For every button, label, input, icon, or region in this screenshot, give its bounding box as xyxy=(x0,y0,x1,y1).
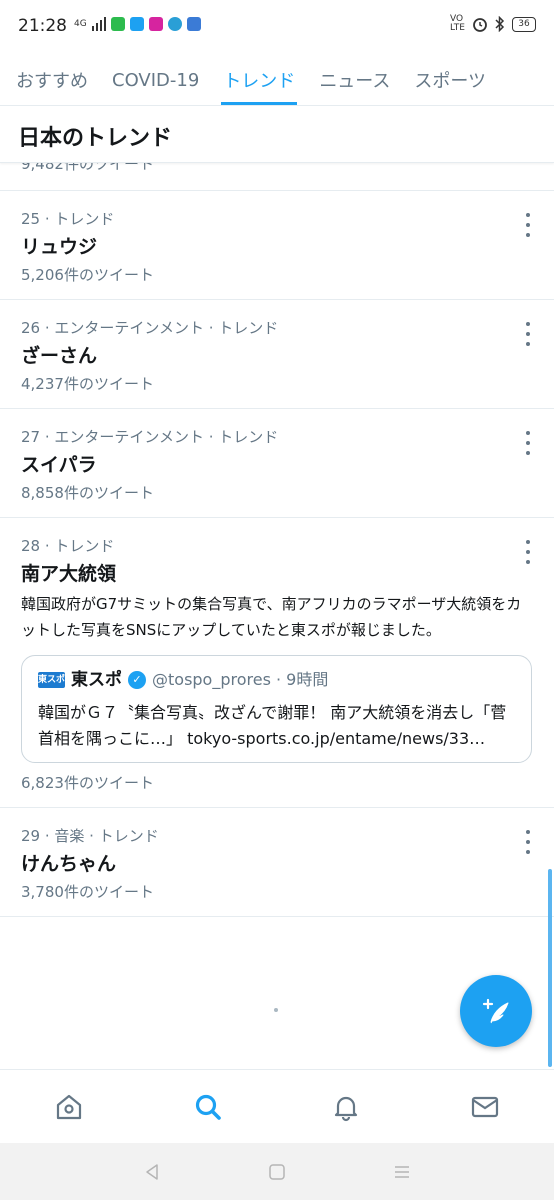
trend-meta: 28 · トレンド xyxy=(21,537,115,555)
status-icons-right: VO LTE 36 xyxy=(450,15,536,33)
section-header: 日本のトレンド xyxy=(0,106,554,163)
trend-meta: 27 · エンターテインメント · トレンド xyxy=(21,428,279,446)
quoted-tweet-header: 東スポ 東スポ ✓ @tospo_prores · 9時間 xyxy=(38,668,515,692)
tab-recommended[interactable]: おすすめ xyxy=(0,54,100,105)
quoted-author-handle: @tospo_prores · 9時間 xyxy=(152,670,329,689)
explore-tabs: おすすめ COVID-19 トレンド ニュース スポーツ xyxy=(0,54,554,106)
menu-icon[interactable] xyxy=(393,1163,411,1181)
trend-name: ざーさん xyxy=(21,345,98,367)
nav-search[interactable] xyxy=(139,1070,278,1143)
status-time: 21:28 xyxy=(18,16,67,36)
trend-meta: 29 · 音楽 · トレンド xyxy=(21,827,159,845)
nav-notifications[interactable] xyxy=(277,1070,416,1143)
trend-tweet-count: 8,858件のツイート xyxy=(21,484,154,502)
trend-name: けんちゃん xyxy=(21,853,117,875)
more-options-icon[interactable] xyxy=(520,431,536,455)
trend-name: リュウジ xyxy=(21,236,98,258)
notifications-icon xyxy=(335,1096,358,1121)
more-options-icon[interactable] xyxy=(520,322,536,346)
trend-tweet-count: 3,780件のツイート xyxy=(21,883,154,901)
bluetooth-icon xyxy=(495,16,505,32)
system-navigation-bar xyxy=(0,1143,554,1200)
signal-icon xyxy=(91,17,106,31)
trend-name: 南ア大統領 xyxy=(21,563,117,585)
loading-dot xyxy=(274,1008,278,1012)
trend-tweet-count: 6,823件のツイート xyxy=(21,774,154,792)
trend-item[interactable]: 29 · 音楽 · トレンド けんちゃん 3,780件のツイート xyxy=(0,808,554,917)
partial-trend-count: 9,482件のツイート xyxy=(21,163,154,173)
scroll-indicator[interactable] xyxy=(548,869,552,1067)
more-options-icon[interactable] xyxy=(520,830,536,854)
partial-trend-row[interactable]: 9,482件のツイート xyxy=(0,163,554,191)
tab-trends[interactable]: トレンド xyxy=(211,54,307,105)
trend-item[interactable]: 28 · トレンド 南ア大統領 韓国政府がG7サミットの集合写真で、南アフリカの… xyxy=(0,518,554,808)
search-icon xyxy=(195,1094,221,1120)
verified-badge-icon: ✓ xyxy=(128,671,146,689)
status-bar: 21:28 4G VO LTE 36 xyxy=(0,0,554,54)
trend-tweet-count: 5,206件のツイート xyxy=(21,266,154,284)
back-icon[interactable] xyxy=(143,1163,161,1181)
more-options-icon[interactable] xyxy=(520,213,536,237)
compose-tweet-button[interactable] xyxy=(460,975,532,1047)
nav-messages[interactable] xyxy=(416,1070,554,1143)
section-title: 日本のトレンド xyxy=(18,126,173,151)
trend-list[interactable]: 9,482件のツイート 25 · トレンド リュウジ 5,206件のツイート 2… xyxy=(0,163,554,1069)
twitter-app-icon xyxy=(129,17,144,31)
status-icons-left: 4G xyxy=(74,17,201,31)
nav-home[interactable] xyxy=(0,1070,139,1143)
chart-app-icon xyxy=(186,17,201,31)
tab-news[interactable]: ニュース xyxy=(307,54,402,105)
instagram-app-icon xyxy=(148,17,163,31)
trend-description: 韓国政府がG7サミットの集合写真で、南アフリカのラマポーザ大統領をカットした写真… xyxy=(21,595,522,639)
volte-indicator: VO LTE xyxy=(450,14,465,33)
trend-meta: 25 · トレンド xyxy=(21,210,115,228)
trend-name: スイパラ xyxy=(21,454,97,476)
trend-item[interactable]: 26 · エンターテインメント · トレンド ざーさん 4,237件のツイート xyxy=(0,300,554,409)
trend-meta: 26 · エンターテインメント · トレンド xyxy=(21,319,279,337)
bottom-navigation xyxy=(0,1069,554,1143)
network-type: 4G xyxy=(74,19,87,29)
browser-app-icon xyxy=(167,17,182,31)
trend-tweet-count: 4,237件のツイート xyxy=(21,375,154,393)
tab-covid19[interactable]: COVID-19 xyxy=(100,54,211,105)
line-app-icon xyxy=(110,17,125,31)
trend-item[interactable]: 27 · エンターテインメント · トレンド スイパラ 8,858件のツイート xyxy=(0,409,554,518)
quoted-tweet-card[interactable]: 東スポ 東スポ ✓ @tospo_prores · 9時間 韓国がＧ７〝集合写真… xyxy=(21,655,532,763)
battery-indicator: 36 xyxy=(512,16,536,32)
messages-icon xyxy=(471,1096,498,1117)
trend-item[interactable]: 25 · トレンド リュウジ 5,206件のツイート xyxy=(0,191,554,300)
tospo-logo: 東スポ xyxy=(38,672,65,688)
home-circle-icon[interactable] xyxy=(268,1163,286,1181)
quoted-author-name: 東スポ xyxy=(71,670,122,690)
tab-sports[interactable]: スポーツ xyxy=(402,54,498,105)
quoted-tweet-text: 韓国がＧ７〝集合写真〟改ざんで謝罪！ 南ア大統領を消去し「菅首相を隅っこに…」 … xyxy=(38,703,507,748)
more-options-icon[interactable] xyxy=(520,540,536,564)
home-icon xyxy=(57,1094,82,1119)
alarm-icon xyxy=(473,18,487,32)
compose-tweet-icon xyxy=(482,998,509,1024)
